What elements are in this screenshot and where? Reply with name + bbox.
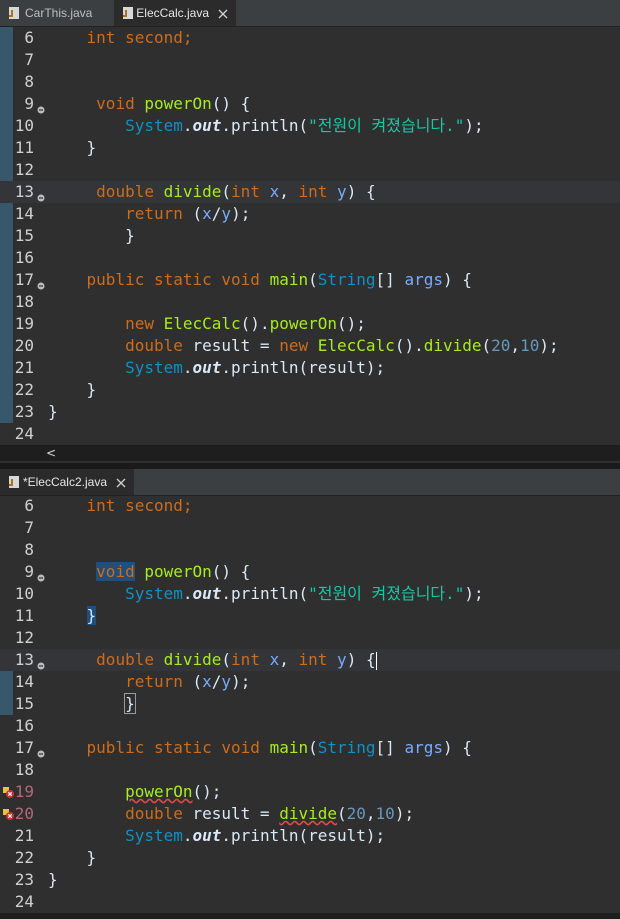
fold-toggle-icon[interactable] (37, 567, 45, 582)
code-line: 20 double result = divide(20,10); (0, 803, 620, 825)
code-line: 18 (14, 292, 34, 311)
top-tab-bar: CarThis.java ElecCalc.java (0, 0, 620, 27)
code-line: 24 (14, 892, 34, 911)
bottom-tab-bar: *ElecCalc2.java (0, 469, 620, 496)
code-line: 7 (24, 50, 34, 69)
tab-eleccalc[interactable]: ElecCalc.java (114, 0, 236, 26)
code-line: 18 (14, 760, 34, 779)
code-line: 17 public static void main(String[] args… (14, 738, 472, 758)
fold-toggle-icon[interactable] (37, 275, 45, 290)
code-line: 16 (14, 716, 34, 735)
code-line: 19 new ElecCalc().powerOn(); (14, 314, 366, 333)
selected-text: } (86, 606, 97, 625)
matching-bracket: } (124, 693, 136, 714)
code-line: 24 (14, 424, 34, 443)
error-text: powerOn (125, 782, 193, 801)
close-icon[interactable] (116, 477, 126, 488)
code-line: 14 return (x/y); (14, 204, 251, 223)
code-line: 21 System.out.println(result); (14, 358, 386, 377)
code-line: 12 (14, 160, 34, 179)
code-line: 8 (24, 72, 34, 91)
close-icon[interactable] (218, 8, 228, 19)
horizontal-scrollbar[interactable]: < (0, 445, 620, 461)
tab-label: ElecCalc.java (136, 6, 209, 20)
selected-text: void (96, 562, 135, 581)
fold-toggle-icon[interactable] (37, 187, 45, 202)
keyword: int second; (86, 28, 193, 47)
text-cursor (375, 651, 377, 670)
code-line: 22 } (14, 380, 97, 399)
code-line: 21 System.out.println(result); (14, 826, 386, 845)
code-line: 15 } (14, 226, 135, 245)
fold-toggle-icon[interactable] (37, 743, 45, 758)
code-line: 12 (14, 628, 34, 647)
current-code-line: 13 double divide(int x, int y) { (0, 181, 620, 203)
bottom-code-editor[interactable]: 6 int second; 7 8 9 void powerOn() { 10 … (0, 495, 620, 913)
fold-toggle-icon[interactable] (37, 99, 45, 114)
code-line: 22 } (14, 848, 97, 867)
tab-label: *ElecCalc2.java (22, 475, 107, 489)
code-line: 20 double result = new ElecCalc().divide… (14, 336, 559, 355)
tab-label: CarThis.java (25, 6, 93, 20)
code-line: 6 int second; (24, 28, 193, 47)
code-line: 14 return (x/y); (14, 672, 251, 691)
code-line: 8 (24, 540, 34, 559)
tab-eleccalc2[interactable]: *ElecCalc2.java (0, 469, 134, 495)
code-line: 16 (14, 248, 34, 267)
fold-toggle-icon[interactable] (37, 655, 45, 670)
top-code-editor[interactable]: 6 int second; 7 8 9 void powerOn() { 10 … (0, 27, 620, 445)
java-file-icon (8, 475, 19, 489)
java-file-icon (8, 6, 20, 20)
code-line: 19 powerOn(); (0, 781, 620, 803)
top-editor-pane: CarThis.java ElecCalc.java 6 int second;… (0, 0, 620, 463)
code-line: 10 System.out.println("전원이 켜졌습니다."); (14, 116, 484, 135)
error-text: divide (279, 804, 337, 823)
code-line: 15 } (14, 693, 136, 714)
current-code-line: 13 double divide(int x, int y) { (0, 649, 620, 671)
code-line: 10 System.out.println("전원이 켜졌습니다."); (14, 584, 484, 603)
code-line: 9 void powerOn() { (24, 94, 251, 114)
code-line: 7 (24, 518, 34, 537)
java-file-icon (122, 6, 133, 20)
tab-carthis[interactable]: CarThis.java (0, 0, 112, 26)
code-line: 23 } (14, 870, 58, 889)
code-line: 9 void powerOn() { (24, 562, 251, 582)
code-line: 23 } (14, 402, 58, 421)
horizontal-scrollbar[interactable] (0, 913, 620, 919)
bottom-editor-pane: *ElecCalc2.java 6 int second; 7 8 9 void… (0, 469, 620, 919)
code-line: 11 } (14, 138, 97, 157)
code-line: 6 int second; (24, 496, 193, 515)
code-line: 11 } (14, 606, 97, 625)
scroll-left-icon[interactable]: < (46, 445, 56, 461)
code-line: 17 public static void main(String[] args… (14, 270, 472, 290)
